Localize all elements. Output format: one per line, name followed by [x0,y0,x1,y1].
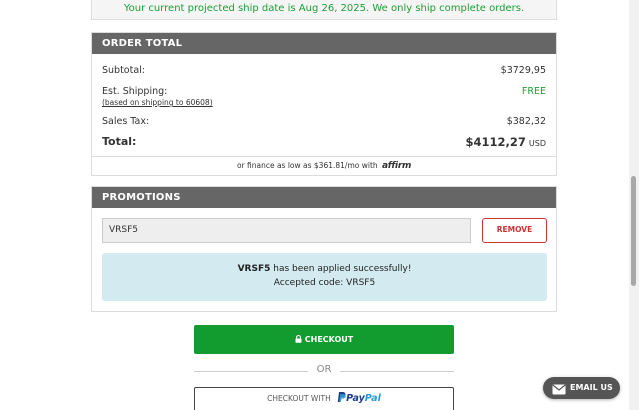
paypal-brand-pay: Pay [346,393,365,404]
promo-code-input[interactable]: VRSF5 [102,218,471,243]
scrollbar-thumb[interactable] [631,176,636,286]
order-total-header: ORDER TOTAL [92,33,556,54]
paypal-brand-pal: Pal [364,393,381,404]
promo-success-message: VRSF5 has been applied successfully! Acc… [102,253,547,301]
or-divider: OR [194,364,454,378]
promo-accepted-line: Accepted code: VRSF5 [273,278,376,288]
total-value: $4112,27 [465,135,526,149]
ship-date-notice: Your current projected ship date is Aug … [91,0,557,20]
promotions-header: PROMOTIONS [92,187,556,208]
sales-tax-label: Sales Tax: [102,116,150,127]
email-us-button[interactable]: EMAIL US [543,377,620,399]
envelope-icon [552,382,566,404]
paypal-prefix: CHECKOUT WITH [267,394,331,403]
promo-success-text: has been applied successfully! [273,264,412,274]
or-label: OR [316,364,332,375]
finance-text: or finance as low as $361.81/mo with [236,161,378,170]
subtotal-label: Subtotal: [102,65,146,76]
affirm-logo[interactable]: affirm [382,161,411,171]
shipping-zip-link[interactable]: (based on shipping to 60608) [102,98,213,107]
remove-promo-button[interactable]: REMOVE [482,218,547,243]
promotions-panel: PROMOTIONS VRSF5 REMOVE VRSF5 has been a… [91,186,557,312]
or-line-right [340,371,454,372]
paypal-logo: PayPal [337,388,381,410]
paypal-checkout-button[interactable]: CHECKOUT WITH PayPal [194,387,454,410]
lock-icon [295,326,302,355]
promo-success-line: VRSF5 has been applied successfully! [102,264,547,274]
total-value-wrap: $4112,27 USD [466,135,546,149]
order-total-panel: ORDER TOTAL Subtotal: $3729,95 Est. Ship… [91,32,557,176]
shipping-label: Est. Shipping: [102,86,168,97]
paypal-icon [337,392,346,402]
checkout-button[interactable]: CHECKOUT [194,325,454,354]
total-label: Total: [102,135,137,148]
promo-success-code: VRSF5 [237,264,271,274]
shipping-value: FREE [521,86,546,97]
subtotal-value: $3729,95 [500,65,546,76]
checkout-button-label: CHECKOUT [304,335,354,344]
currency-label: USD [528,139,546,148]
email-us-label: EMAIL US [570,383,613,392]
finance-bar: or finance as low as $361.81/mo with aff… [92,156,556,175]
sales-tax-value: $382,32 [506,116,546,127]
cart-summary-page: Your current projected ship date is Aug … [0,0,639,410]
